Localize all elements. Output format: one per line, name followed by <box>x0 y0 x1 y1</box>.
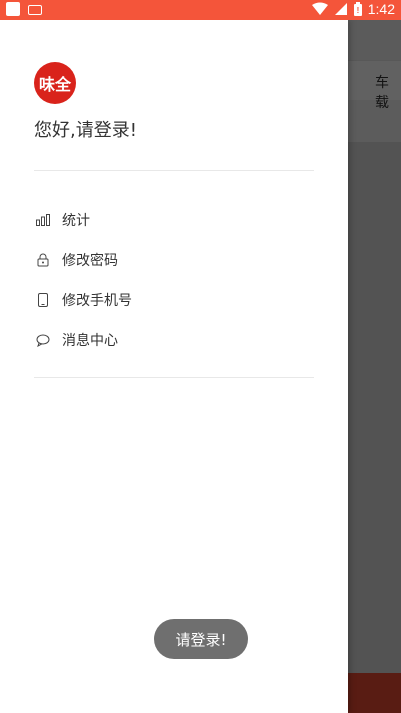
menu-item-label: 修改密码 <box>62 253 118 269</box>
status-time: 1:42 <box>367 1 395 17</box>
menu-item-message-center[interactable]: 消息中心 <box>34 320 314 360</box>
notification-icon <box>6 2 20 16</box>
menu-item-label: 统计 <box>62 213 90 229</box>
svg-text:!: ! <box>356 6 359 15</box>
chat-icon <box>34 332 52 348</box>
lock-icon <box>34 252 52 268</box>
login-greeting[interactable]: 您好,请登录! <box>34 116 137 142</box>
status-bar: ! 1:42 <box>0 0 401 20</box>
toast-message: 请登录! <box>154 619 248 659</box>
divider-top <box>34 170 314 171</box>
avatar-text: 味全 <box>38 75 71 94</box>
battery-icon: ! <box>353 2 362 16</box>
navigation-drawer: 味全 您好,请登录! 统计 修改密码 修改手机号 消息中心 <box>0 20 348 713</box>
phone-icon <box>34 292 52 308</box>
keyboard-icon <box>28 4 42 15</box>
avatar[interactable]: 味全 <box>34 62 76 104</box>
divider-bottom <box>34 377 314 378</box>
menu-item-label: 消息中心 <box>62 333 118 349</box>
drawer-menu: 统计 修改密码 修改手机号 消息中心 <box>34 200 314 360</box>
menu-item-change-password[interactable]: 修改密码 <box>34 240 314 280</box>
menu-item-label: 修改手机号 <box>62 293 132 309</box>
wifi-icon <box>311 2 328 15</box>
status-left <box>6 2 42 16</box>
status-right: ! 1:42 <box>311 1 395 17</box>
bar-chart-icon <box>34 212 52 228</box>
menu-item-statistics[interactable]: 统计 <box>34 200 314 240</box>
signal-icon <box>334 3 347 15</box>
menu-item-change-phone[interactable]: 修改手机号 <box>34 280 314 320</box>
